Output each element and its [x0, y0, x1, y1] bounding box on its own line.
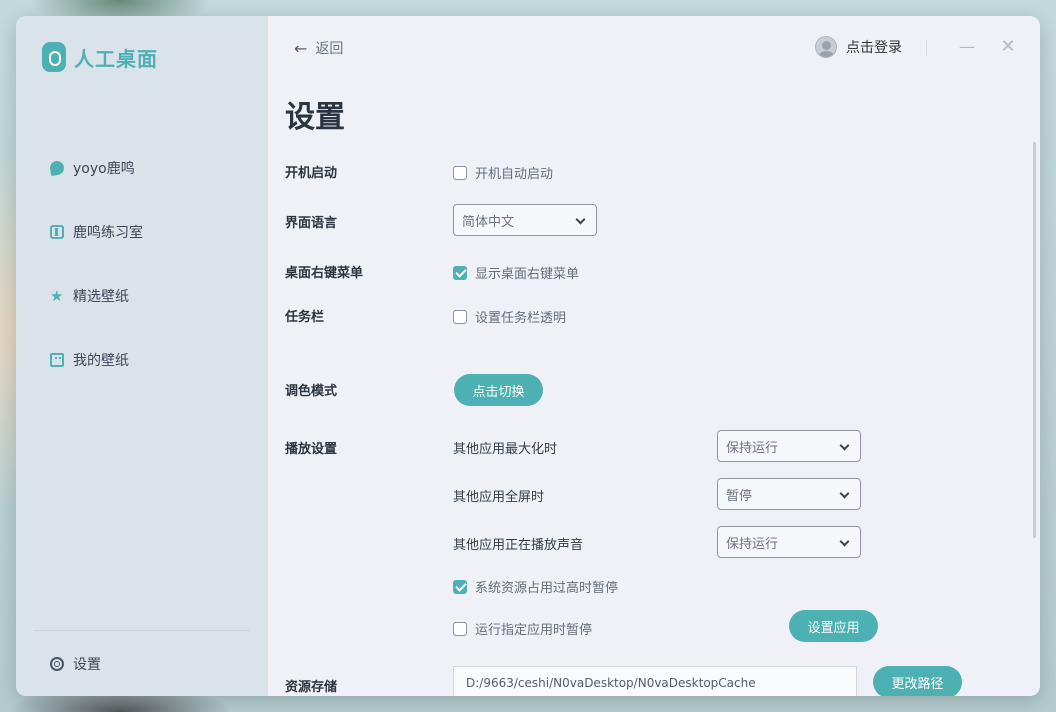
maximized-select[interactable]: 保持运行	[717, 430, 861, 462]
checkbox-box	[453, 309, 467, 324]
checkbox-label: 开机自动启动	[475, 167, 554, 182]
sidebar-item-label: 精选壁纸	[73, 289, 129, 305]
color-mode-toggle-button[interactable]: 点击切换	[454, 374, 543, 406]
chevron-down-icon	[575, 214, 586, 225]
main-content: ← 返回 点击登录 — ✕ 设置 开机启动 开机自动启动 界面语言 简体中文 桌…	[268, 16, 1040, 696]
login-label: 点击登录	[846, 40, 902, 56]
minimize-icon: —	[959, 37, 975, 56]
monitor-icon	[50, 353, 64, 367]
maximized-label: 其他应用最大化时	[453, 442, 558, 457]
back-button[interactable]: ← 返回	[294, 38, 343, 58]
specified-app-pause-checkbox[interactable]: 运行指定应用时暂停	[453, 619, 592, 638]
fullscreen-value: 暂停	[726, 488, 753, 504]
change-path-button[interactable]: 更改路径	[873, 666, 962, 696]
sidebar-item-yoyo[interactable]: yoyo鹿鸣	[48, 156, 143, 180]
storage-label: 资源存储	[285, 680, 338, 695]
avatar	[815, 36, 837, 58]
heart-icon	[48, 159, 66, 177]
language-value: 简体中文	[462, 214, 515, 230]
context-menu-checkbox[interactable]: 显示桌面右键菜单	[453, 263, 579, 282]
sidebar-nav: yoyo鹿鸣 鹿鸣练习室 ★ 精选壁纸 我的壁纸	[48, 156, 143, 412]
sidebar-item-label: yoyo鹿鸣	[73, 161, 135, 177]
checkbox-box	[453, 579, 467, 594]
auto-start-checkbox[interactable]: 开机自动启动	[453, 163, 553, 182]
scrollbar[interactable]	[1033, 142, 1036, 538]
sound-value: 保持运行	[726, 536, 779, 552]
sidebar-item-my-wallpapers[interactable]: 我的壁纸	[50, 348, 143, 372]
sidebar-item-settings[interactable]: 设置	[50, 654, 101, 674]
sidebar-divider	[34, 630, 250, 631]
close-button[interactable]: ✕	[999, 37, 1017, 57]
sidebar-item-featured-wallpapers[interactable]: ★ 精选壁纸	[50, 284, 143, 308]
startup-label: 开机启动	[285, 166, 338, 181]
color-mode-label: 调色模式	[285, 384, 338, 399]
chevron-down-icon	[839, 536, 850, 547]
arrow-left-icon: ←	[294, 38, 308, 58]
context-menu-label: 桌面右键菜单	[285, 266, 364, 281]
sidebar: 人工桌面 yoyo鹿鸣 鹿鸣练习室 ★ 精选壁纸 我的壁纸 设置	[16, 16, 268, 696]
sound-label: 其他应用正在播放声音	[453, 538, 584, 553]
checkbox-box	[453, 621, 467, 636]
back-label: 返回	[315, 41, 344, 57]
checkbox-label: 显示桌面右键菜单	[475, 267, 580, 282]
logo-icon	[42, 42, 66, 72]
fullscreen-select[interactable]: 暂停	[717, 478, 861, 510]
sidebar-item-label: 鹿鸣练习室	[73, 225, 143, 241]
checkbox-box	[453, 265, 467, 280]
checkbox-label: 设置任务栏透明	[475, 311, 567, 326]
chevron-down-icon	[839, 440, 850, 451]
set-app-button[interactable]: 设置应用	[789, 610, 878, 642]
page-title: 设置	[285, 100, 345, 135]
checkbox-label: 系统资源占用过高时暂停	[475, 581, 619, 596]
app-logo: 人工桌面	[42, 42, 158, 72]
sidebar-item-practice-room[interactable]: 鹿鸣练习室	[50, 220, 143, 244]
language-label: 界面语言	[285, 216, 338, 231]
taskbar-label: 任务栏	[285, 310, 325, 325]
app-name: 人工桌面	[74, 46, 158, 71]
checkbox-box	[453, 165, 467, 180]
language-select[interactable]: 简体中文	[453, 204, 597, 236]
login-button[interactable]: 点击登录	[815, 36, 902, 58]
sidebar-item-label: 我的壁纸	[73, 353, 129, 369]
star-icon: ★	[50, 287, 64, 305]
storage-path-field[interactable]: D:/9663/ceshi/N0vaDesktop/N0vaDesktopCac…	[453, 666, 857, 696]
book-icon	[50, 225, 64, 239]
sidebar-item-label: 设置	[73, 657, 101, 673]
checkbox-label: 运行指定应用时暂停	[475, 623, 593, 638]
playback-label: 播放设置	[285, 442, 338, 457]
chevron-down-icon	[839, 488, 850, 499]
fullscreen-label: 其他应用全屏时	[453, 490, 545, 505]
taskbar-transparent-checkbox[interactable]: 设置任务栏透明	[453, 307, 566, 326]
maximized-value: 保持运行	[726, 440, 779, 456]
gear-icon	[50, 657, 64, 671]
close-icon: ✕	[1000, 36, 1016, 57]
high-resource-pause-checkbox[interactable]: 系统资源占用过高时暂停	[453, 577, 618, 596]
sound-select[interactable]: 保持运行	[717, 526, 861, 558]
header-divider	[926, 40, 927, 56]
settings-window: 人工桌面 yoyo鹿鸣 鹿鸣练习室 ★ 精选壁纸 我的壁纸 设置 ← 返回 点击…	[16, 16, 1040, 696]
minimize-button[interactable]: —	[958, 37, 976, 57]
